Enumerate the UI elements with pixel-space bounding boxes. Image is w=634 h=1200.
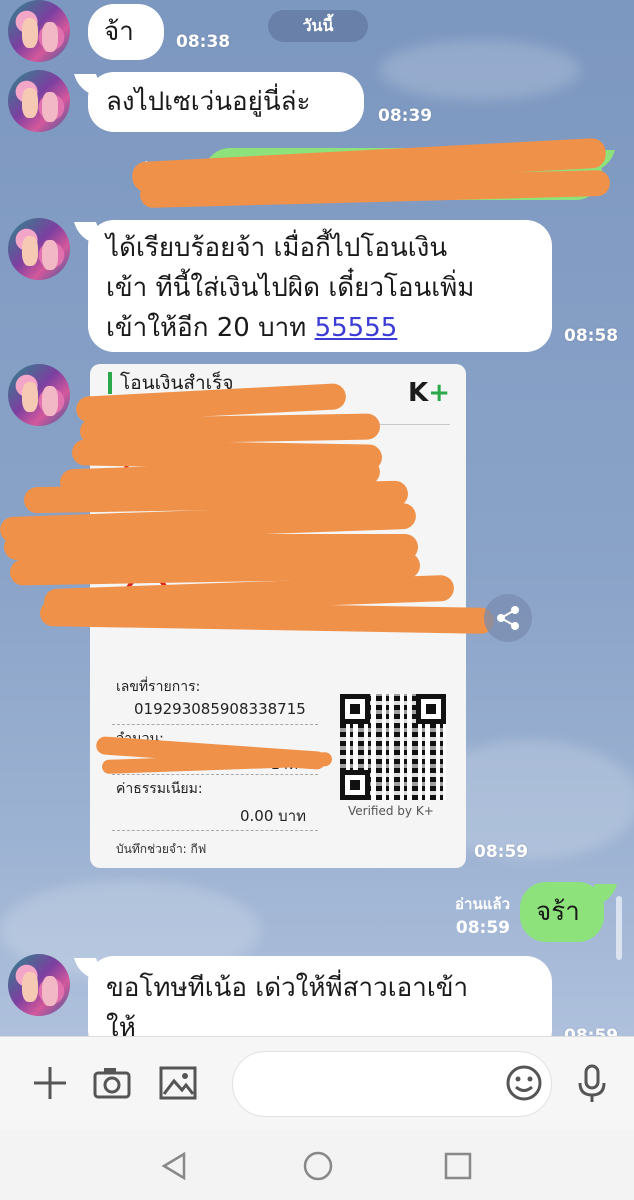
message-text: ลงไปเซเว่นอยู่นี่ล่ะ [106,87,311,117]
avatar[interactable] [8,954,70,1016]
emoji-button[interactable] [502,1061,546,1105]
message-time: 08:38 [176,32,231,52]
date-chip: วันนี้ [268,10,368,42]
verified-label: Verified by K+ [348,804,434,818]
avatar[interactable] [8,364,70,426]
share-button[interactable] [484,594,532,642]
microphone-icon [578,1064,606,1102]
ref-label: เลขที่รายการ: [116,679,201,695]
system-nav-bar [0,1130,634,1200]
nav-back-button[interactable] [156,1146,196,1186]
message-bubble[interactable]: ลงไปเซเว่นอยู่นี่ล่ะ [88,72,364,132]
add-button[interactable] [28,1061,72,1105]
message-time: 08:39 [378,106,433,126]
avatar[interactable] [8,0,70,62]
divider [112,724,318,725]
qr-code [340,694,446,800]
avatar[interactable] [8,70,70,132]
message-bubble[interactable]: ขอโทษทีเน้อ เด่วให้พี่สาวเอาเข้า ให้ [88,956,552,1036]
chat-area[interactable]: วันนี้ จ้า 08:38 ลงไปเซเว่นอยู่นี่ล่ะ 08… [0,0,634,1036]
share-icon [497,606,519,630]
divider [112,830,318,831]
message-time: 08:59 [455,918,510,938]
read-label: อ่านแล้ว [455,895,510,913]
message-time: 08:59 [564,1026,619,1036]
message-text: จ้า [104,17,134,47]
back-icon [161,1151,186,1181]
message-bubble[interactable]: จร้า [520,882,604,942]
avatar[interactable] [8,218,70,280]
scrollbar[interactable] [616,896,622,960]
emoji-icon [506,1065,542,1101]
message-link[interactable]: 55555 [315,313,398,343]
ref-value: 019293085908338715 [134,700,306,718]
message-time: 08:58 [564,326,619,346]
plus-icon [34,1067,66,1099]
divider [112,774,318,775]
nav-home-button[interactable] [298,1146,338,1186]
read-receipt: อ่านแล้ว 08:59 [410,892,510,940]
memo-note: บันทึกช่วยจำ: กีฟ [116,842,207,856]
message-text: จร้า [536,897,580,927]
message-text-line: เข้า ทีนี้ใส่เงินไปผิด เดี๋ยวโอนเพิ่ม [106,273,475,303]
message-text-line: ให้ [106,1013,136,1036]
voice-button[interactable] [570,1061,614,1105]
fee-label: ค่าธรรมเนียม: [116,781,203,797]
message-bubble[interactable]: จ้า [88,4,164,60]
message-text-line: เข้าให้อีก 20 บาท [106,313,307,343]
message-bubble[interactable]: ได้เรียบร้อยจ้า เมื่อกี้ไปโอนเงิน เข้า ท… [88,220,552,352]
camera-button[interactable] [90,1061,134,1105]
message-text-line: ขอโทษทีเน้อ เด่วให้พี่สาวเอาเข้า [106,973,469,1003]
gallery-button[interactable] [156,1061,200,1105]
kplus-logo: K+ [408,378,450,408]
nav-recents-button[interactable] [438,1146,478,1186]
image-icon [159,1066,197,1100]
message-time: 08:59 [474,842,529,862]
message-text-line: ได้เรียบร้อยจ้า เมื่อกี้ไปโอนเงิน [106,233,448,263]
recents-icon [444,1152,472,1180]
message-input-bar [0,1036,634,1130]
fee-value: 0.00 บาท [240,807,306,825]
home-icon [303,1151,333,1181]
camera-icon [93,1068,131,1099]
